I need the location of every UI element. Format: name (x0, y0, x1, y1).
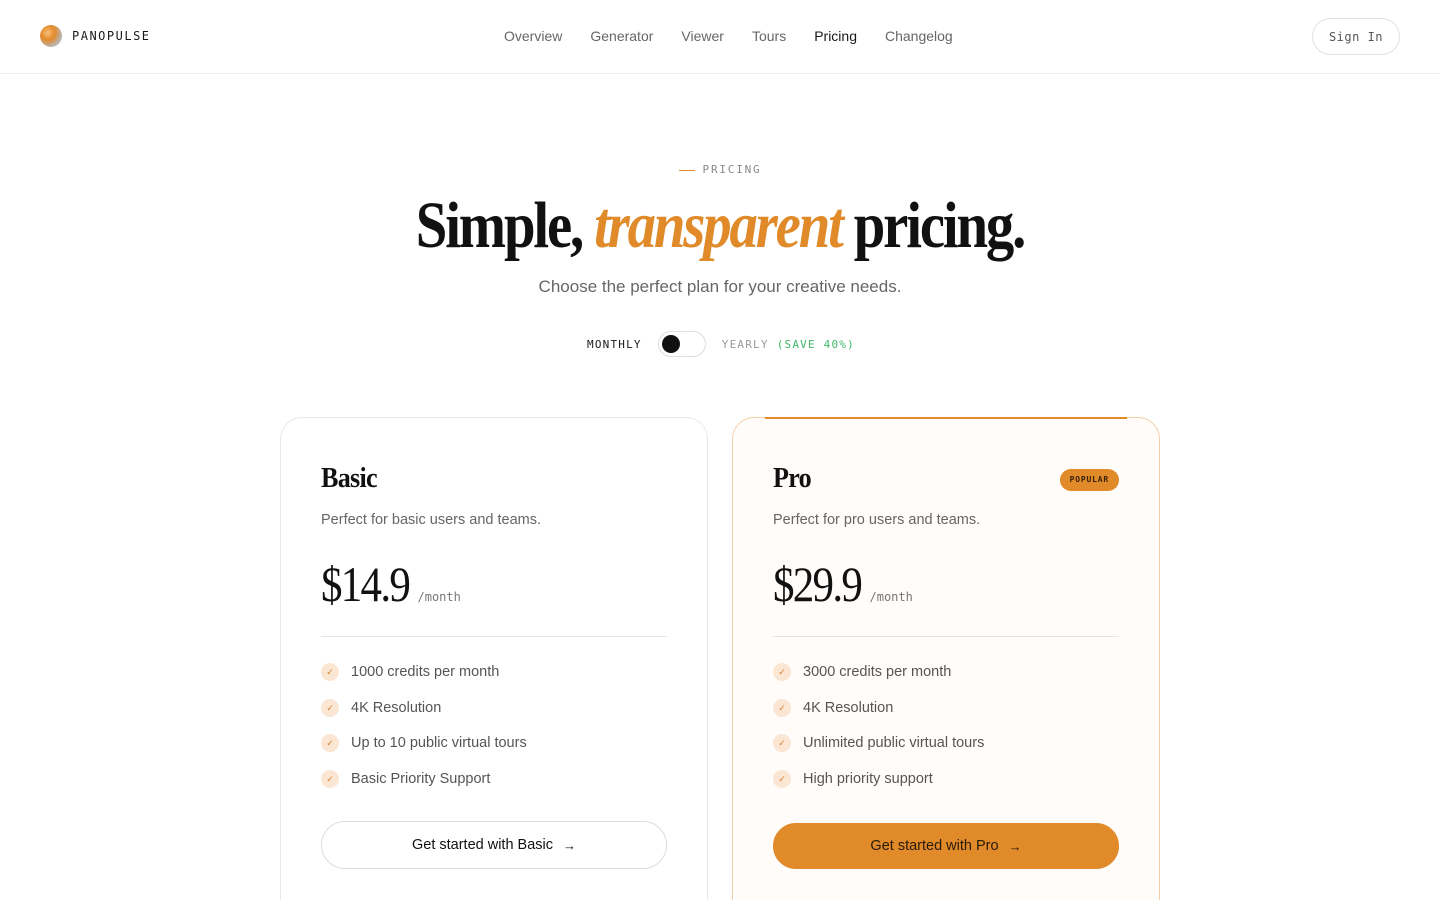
feature-text: 3000 credits per month (803, 664, 952, 680)
feature-text: Basic Priority Support (351, 771, 491, 788)
feature-text: Up to 10 public virtual tours (351, 735, 527, 752)
plan-price: $29.9 (773, 556, 863, 612)
nav-changelog[interactable]: Changelog (885, 26, 953, 46)
title-accent: transparent (594, 189, 844, 262)
feature-item: ✓ Up to 10 public virtual tours (321, 733, 527, 753)
cta-label: Get started with Basic (411, 837, 554, 853)
arrow-right-icon: → (1008, 838, 1022, 854)
price-row: $29.9 /month (773, 552, 913, 616)
feature-item: ✓ 3000 credits per month (773, 662, 984, 682)
feature-text: 4K Resolution (351, 699, 442, 716)
plan-name: Pro (773, 462, 812, 494)
eyebrow-line (678, 169, 695, 171)
brand-name: PANOPULSE (72, 29, 151, 43)
nav-overview[interactable]: Overview (504, 26, 562, 46)
feature-text: Unlimited public virtual tours (803, 735, 985, 752)
yearly-label[interactable]: YEARLY (722, 338, 769, 351)
page-title: Simple, transparent pricing. (101, 188, 1339, 264)
get-started-pro-button[interactable]: Get started with Pro → (773, 823, 1119, 869)
nav-generator[interactable]: Generator (590, 26, 653, 46)
save-label: (SAVE 40%) (776, 337, 855, 351)
divider (321, 636, 667, 637)
billing-toggle[interactable] (657, 331, 706, 357)
plan-card-pro: Pro POPULAR Perfect for pro users and te… (732, 417, 1160, 900)
nav-tours[interactable]: Tours (752, 26, 786, 46)
price-period: /month (869, 590, 913, 604)
cta-label: Get started with Pro (870, 838, 999, 854)
plan-description: Perfect for basic users and teams. (321, 512, 542, 528)
plan-card-basic: Basic Perfect for basic users and teams.… (280, 417, 708, 900)
feature-text: 4K Resolution (803, 699, 894, 716)
main-nav: Overview Generator Viewer Tours Pricing … (504, 26, 953, 46)
eyebrow-label: PRICING (702, 163, 762, 176)
check-icon: ✓ (773, 770, 791, 789)
feature-list: ✓ 3000 credits per month ✓ 4K Resolution ✓… (773, 662, 984, 805)
get-started-basic-button[interactable]: Get started with Basic → (321, 821, 667, 869)
feature-item: ✓ Basic Priority Support (321, 769, 527, 789)
price-row: $14.9 /month (321, 552, 461, 616)
check-icon: ✓ (773, 663, 791, 681)
billing-toggle-group: MONTHLY YEARLY (SAVE 40%) (587, 331, 855, 357)
feature-text: High priority support (803, 771, 933, 788)
logo-icon (40, 25, 62, 47)
arrow-right-icon: → (563, 837, 577, 853)
brand[interactable]: PANOPULSE (40, 25, 151, 47)
check-icon: ✓ (773, 734, 791, 753)
feature-text: 1000 credits per month (351, 664, 500, 680)
plan-description: Perfect for pro users and teams. (773, 512, 981, 528)
check-icon: ✓ (773, 698, 791, 717)
feature-item: ✓ Unlimited public virtual tours (773, 733, 984, 753)
feature-item: ✓ 1000 credits per month (321, 662, 527, 682)
feature-item: ✓ 4K Resolution (773, 698, 984, 718)
feature-list: ✓ 1000 credits per month ✓ 4K Resolution ✓… (321, 662, 527, 805)
title-end: pricing. (841, 189, 1027, 262)
check-icon: ✓ (321, 770, 339, 789)
page-subtitle: Choose the perfect plan for your creativ… (538, 277, 902, 296)
divider (773, 636, 1119, 637)
card-accent-line (765, 417, 1127, 419)
monthly-label[interactable]: MONTHLY (587, 338, 642, 351)
check-icon: ✓ (321, 734, 339, 753)
price-period: /month (417, 590, 461, 604)
feature-item: ✓ High priority support (773, 769, 984, 789)
section-eyebrow: PRICING (0, 163, 1440, 176)
nav-pricing[interactable]: Pricing (814, 26, 857, 46)
site-header: PANOPULSE Overview Generator Viewer Tour… (0, 0, 1440, 74)
check-icon: ✓ (321, 698, 339, 717)
feature-item: ✓ 4K Resolution (321, 698, 527, 718)
check-icon: ✓ (321, 663, 339, 681)
nav-viewer[interactable]: Viewer (681, 26, 724, 46)
title-start: Simple, (415, 189, 595, 262)
popular-badge: POPULAR (1059, 469, 1119, 491)
toggle-knob (661, 335, 680, 353)
sign-in-button[interactable]: Sign In (1312, 18, 1400, 55)
plan-name: Basic (321, 462, 378, 494)
plan-price: $14.9 (321, 556, 411, 612)
